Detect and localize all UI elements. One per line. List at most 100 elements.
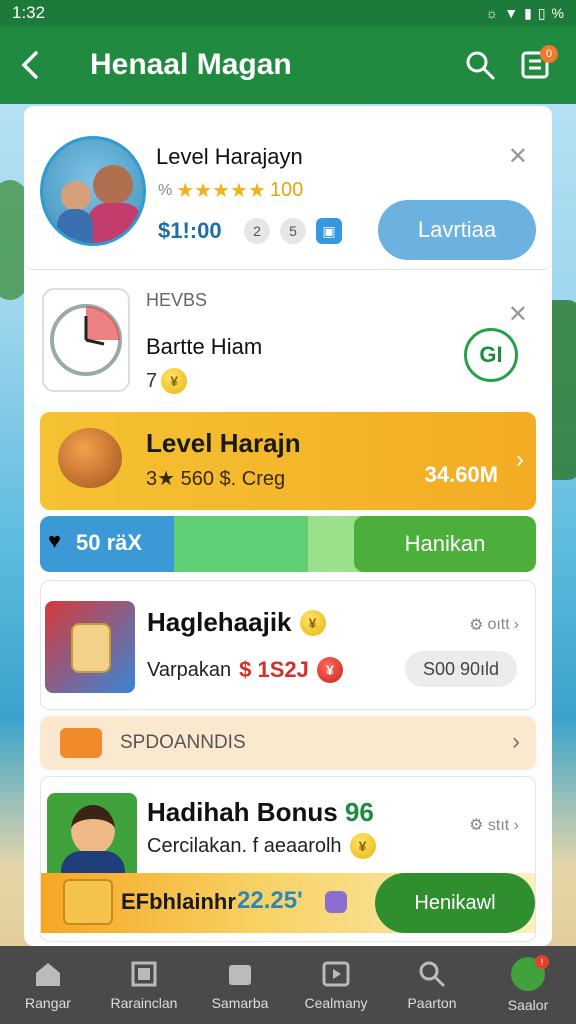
home-icon (36, 963, 60, 986)
nav-label: Samarba (211, 995, 269, 1011)
family-avatar (40, 136, 146, 246)
chevron-right-icon: › (513, 616, 519, 633)
card7-sub-text: Cercilakan. f aeaarolh (147, 834, 342, 857)
card5-option[interactable]: ⚙ oıtt › (469, 615, 519, 635)
card1-price: $1!:00 (158, 218, 222, 243)
chevron-right-icon: › (513, 817, 519, 834)
gear-icon: ⚙ (469, 817, 484, 834)
bonus-card[interactable]: Hadihah Bonus 96 Cercilakan. f aeaarolh … (40, 776, 536, 942)
gi-button[interactable]: GI (464, 328, 518, 382)
banner-value: 22.25' (237, 887, 303, 914)
coin-icon: ¥ (349, 833, 376, 859)
jar-offer-card[interactable]: Haglehaajik ¥ Varpakan $ 1S2J ¥ ⚙ oıtt ›… (40, 580, 536, 710)
card1-chip-1: 2 (244, 218, 270, 244)
card5-title: Haglehaajik ¥ (147, 607, 326, 638)
learn-button[interactable]: Lavrtiaa (378, 200, 536, 260)
battery-icon: ▯ (537, 4, 546, 21)
back-button[interactable] (0, 26, 60, 104)
card2-label: HEVBS (146, 290, 208, 310)
status-icons: ☼ ▼ ▮ ▯ % (485, 5, 564, 22)
gear-icon: ⚙ (469, 617, 484, 634)
bowl-icon (58, 428, 122, 488)
app-bar: Henaal Magan 0 (0, 26, 576, 104)
red-coin-icon: ¥ (316, 657, 343, 683)
offer-card-level[interactable]: Level Harajayn % ★★★★★ 100 $1!:00 2 5 ▣ … (24, 114, 552, 270)
sync-icon: ☼ (485, 4, 499, 21)
status-time: 1:32 (12, 3, 46, 22)
card5-sub-text: Varpakan (147, 658, 232, 681)
coin-icon: ¥ (299, 609, 326, 636)
card6-label: SPDOANNDIS (120, 732, 246, 753)
gift-icon (60, 728, 102, 758)
card5-option-text: oıtt (487, 616, 510, 633)
chevron-right-icon: › (516, 446, 524, 473)
card2-title: Bartte Hiam (146, 334, 263, 359)
grid-icon (131, 961, 157, 987)
nav-label: Paarton (407, 995, 457, 1011)
search-button[interactable] (452, 37, 508, 93)
heart-icon: ♥ (48, 528, 62, 553)
level-banner[interactable]: Level Harajn 3★ 560 $. Creg 34.60M › (40, 412, 536, 510)
star-rating-icon: ★★★★★ (176, 180, 266, 202)
status-bar: 1:32 ☼ ▼ ▮ ▯ % (0, 0, 576, 26)
wifi-icon: ▼ (504, 4, 519, 21)
chevron-right-icon: › (512, 728, 520, 755)
progress-bar: ♥ 50 räX Hanikan (40, 516, 536, 572)
gift-box-icon (63, 879, 113, 925)
nav-item-play[interactable]: Cealmany (288, 946, 384, 1024)
card7-title: Hadihah Bonus 96 (147, 797, 374, 828)
card5-pill[interactable]: S00 90ıld (405, 651, 517, 687)
bonus-claim-button[interactable]: Henikawl (375, 873, 535, 933)
clock-icon (42, 288, 130, 392)
card1-rating-value: 100 (269, 179, 304, 201)
card1-chip-2: 5 (280, 218, 306, 244)
box-icon (229, 965, 251, 985)
special-row[interactable]: SPDOANNDIS › (40, 716, 536, 770)
progress-claim-button[interactable]: Hanikan (354, 516, 536, 572)
nav-item-grid[interactable]: Rarainclan (96, 946, 192, 1024)
nav-label: Saalor (507, 997, 549, 1013)
nav-label: Rarainclan (110, 995, 178, 1011)
page-title: Henaal Magan (90, 48, 292, 81)
card7-title-text: Hadihah Bonus (147, 797, 338, 827)
coin-icon: ¥ (161, 368, 188, 394)
avatar-icon: ! (511, 955, 549, 991)
search-icon (419, 961, 446, 988)
notification-badge: ! (535, 955, 549, 969)
card7-option[interactable]: ⚙ stıt › (469, 815, 519, 835)
card5-sub: Varpakan $ 1S2J ¥ (147, 657, 343, 683)
card3-sub: 3★ 560 $. Creg (146, 468, 286, 490)
card7-sub: Cercilakan. f aeaarolh ¥ (147, 833, 376, 859)
signal-icon: ▮ (524, 4, 532, 21)
card1-rating: % ★★★★★ 100 (158, 178, 303, 203)
jar-icon (45, 601, 135, 693)
banner-chip-icon (325, 891, 347, 913)
progress-label: 50 räX (76, 530, 143, 555)
menu-badge: 0 (540, 45, 558, 63)
card1-title: Level Harajayn (156, 144, 303, 169)
card7-option-text: stıt (487, 817, 510, 834)
bottom-nav: Rangar Rarainclan Samarba Cealmany Paart… (0, 946, 576, 1024)
nav-label: Rangar (25, 995, 71, 1011)
nav-item-home[interactable]: Rangar (0, 946, 96, 1024)
card2-count-value: 7 (146, 369, 158, 392)
card5-price: $ 1S2J (239, 657, 309, 682)
boy-avatar (47, 793, 137, 881)
close-icon[interactable]: ✕ (508, 142, 528, 171)
back-arrow-icon (21, 51, 38, 79)
close-icon[interactable]: ✕ (508, 300, 528, 329)
timer-card[interactable]: HEVBS Bartte Hiam 7 ¥ ✕ GI (24, 272, 552, 406)
card1-chip-icon: ▣ (316, 218, 342, 244)
card3-title: Level Harajn (146, 428, 301, 458)
card7-title-num: 96 (344, 797, 374, 827)
menu-button[interactable]: 0 (508, 37, 564, 93)
nav-label: Cealmany (304, 995, 368, 1011)
banner-text: EFbhlainhr (121, 889, 236, 914)
nav-item-box[interactable]: Samarba (192, 946, 288, 1024)
nav-item-search[interactable]: Paarton (384, 946, 480, 1024)
progress-fill-green (173, 516, 308, 572)
card2-count: 7 ¥ (146, 368, 188, 394)
nav-item-profile[interactable]: ! Saalor (480, 946, 576, 1024)
battery-percent: % (551, 4, 564, 21)
search-icon (466, 51, 495, 80)
